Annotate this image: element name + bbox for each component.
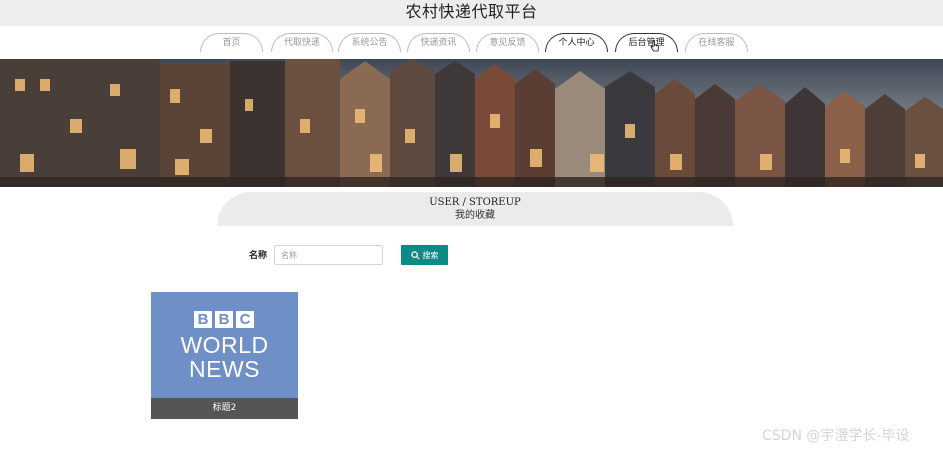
breadcrumb-path: USER / STOREUP	[429, 197, 521, 208]
site-title: 农村快递代取平台	[405, 2, 538, 21]
nav-tab-news[interactable]: 快递资讯	[407, 33, 470, 52]
top-bar: 农村快递代取平台	[0, 0, 943, 26]
nav-tab-admin[interactable]: 后台管理	[615, 33, 678, 52]
nav-tab-announcements[interactable]: 系统公告	[338, 33, 401, 52]
mouse-cursor-icon	[650, 40, 659, 52]
nav-tab-online-service[interactable]: 在线客服	[685, 33, 748, 52]
main-nav: 首页 代取快递 系统公告 快递资讯 意见反馈 个人中心 后台管理 在线客服	[0, 26, 943, 59]
nav-tab-feedback[interactable]: 意见反馈	[476, 33, 539, 52]
card-image: B B C WORLD NEWS	[151, 292, 298, 398]
nav-tab-home[interactable]: 首页	[200, 33, 263, 52]
bbc-logo: B B C	[194, 311, 254, 328]
favorite-card[interactable]: B B C WORLD NEWS 标题2	[151, 292, 298, 419]
logo-text-news: NEWS	[189, 356, 260, 382]
logo-block: B	[215, 311, 233, 328]
search-icon	[410, 250, 420, 260]
page-title: 我的收藏	[455, 210, 495, 221]
search-label: 名称	[249, 251, 268, 261]
logo-text-world: WORLD	[180, 332, 269, 358]
search-button-label: 搜索	[422, 250, 439, 260]
logo-block: C	[236, 311, 254, 328]
banner-image	[0, 59, 943, 187]
logo-block: B	[194, 311, 212, 328]
search-input[interactable]	[274, 245, 383, 265]
nav-tab-user-center[interactable]: 个人中心	[545, 33, 608, 52]
nav-tab-pickup[interactable]: 代取快递	[271, 33, 333, 52]
breadcrumb: USER / STOREUP 我的收藏	[217, 192, 733, 226]
card-caption: 标题2	[151, 398, 298, 419]
watermark: CSDN @宇澄学长-毕设	[762, 428, 910, 444]
search-button[interactable]: 搜索	[401, 245, 448, 265]
